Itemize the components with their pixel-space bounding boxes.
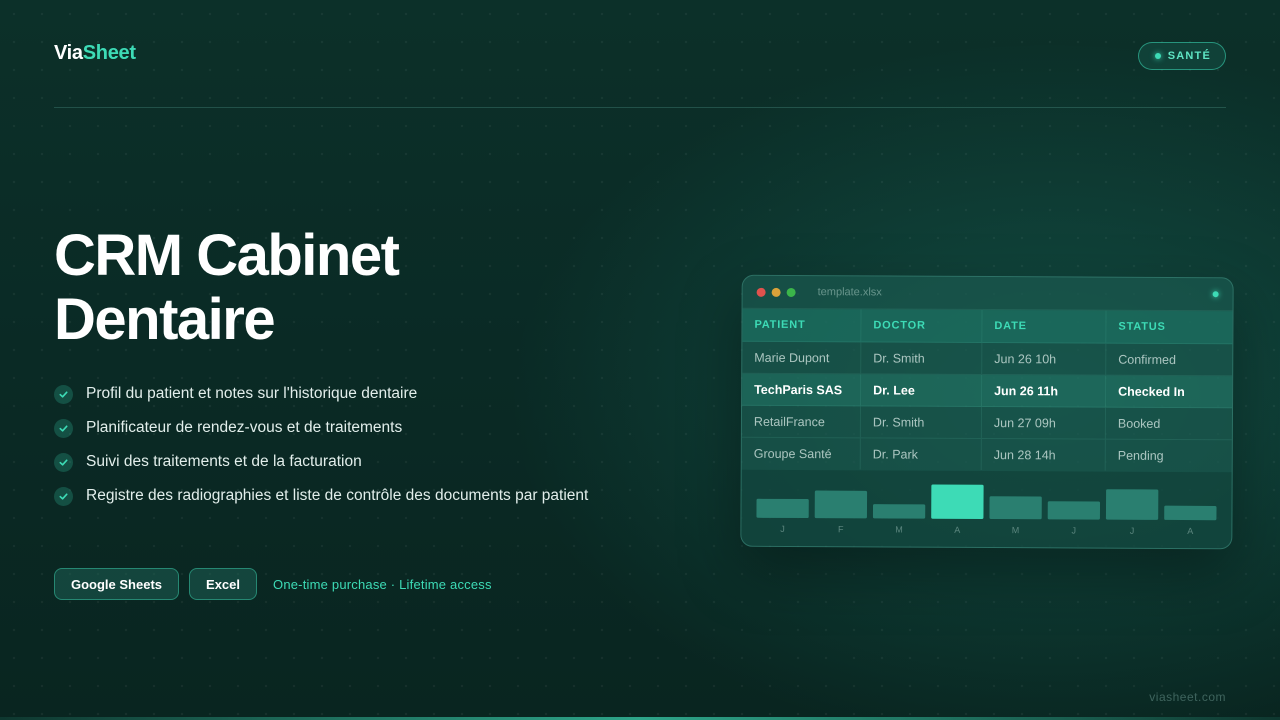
page-title: CRM Cabinet Dentaire [54, 224, 614, 352]
table-cell: Marie Dupont [742, 341, 861, 374]
feature-item: Registre des radiographies et liste de c… [54, 486, 614, 506]
table-cell: Jun 26 10h [981, 342, 1106, 376]
column-header: PATIENT [742, 308, 862, 342]
chart-bar [814, 490, 868, 519]
chart-tick-label: F [838, 524, 844, 534]
table-cell: Checked In [1105, 375, 1233, 408]
preview-table: PATIENT DOCTOR DATE STATUS Marie Dupont … [741, 308, 1233, 472]
table-header-row: PATIENT DOCTOR DATE STATUS [742, 308, 1233, 344]
column-header: DOCTOR [860, 309, 983, 343]
chart-tick-label: J [1130, 526, 1135, 536]
table-cell: Pending [1105, 439, 1232, 472]
check-icon [54, 385, 73, 404]
feature-text: Planificateur de rendez-vous et de trait… [86, 419, 403, 436]
brand-logo: ViaSheet [54, 42, 136, 65]
feature-list: Profil du patient et notes sur l'histori… [54, 384, 614, 520]
table-row-highlighted: TechParis SAS Dr. Lee Jun 26 11h Checked… [742, 373, 1233, 408]
window-close-dot [756, 287, 766, 297]
column-header: STATUS [1105, 310, 1233, 344]
chart-tick-label: M [895, 525, 903, 535]
column-header: DATE [981, 309, 1107, 344]
category-badge: SANTÉ [1137, 42, 1226, 70]
mini-chart: JFMAMJJA [741, 469, 1232, 549]
table-cell: Booked [1105, 407, 1233, 440]
chart-bar [1047, 501, 1101, 520]
feature-item: Profil du patient et notes sur l'histori… [54, 384, 614, 404]
preview-file-name: template.xlsx [817, 286, 882, 299]
mini-bar-chart: JFMAMJJA [756, 484, 1217, 536]
preview-titlebar: template.xlsx [742, 275, 1233, 312]
chart-tick-label: J [780, 524, 785, 534]
feature-text: Profil du patient et notes sur l'histori… [86, 385, 418, 402]
badge-dot-icon [1154, 53, 1161, 59]
page-title-line1: CRM Cabinet [54, 223, 400, 288]
check-icon [54, 419, 73, 438]
window-maximize-dot [786, 287, 796, 297]
table-cell: Dr. Lee [860, 373, 982, 407]
excel-tag[interactable]: Excel [189, 568, 258, 600]
chart-bar [872, 504, 926, 519]
feature-item: Suivi des traitements et de la facturati… [54, 452, 614, 472]
chart-bar [1105, 489, 1159, 520]
chart-bar [756, 498, 809, 519]
table-cell: Jun 28 14h [981, 438, 1106, 471]
table-cell: TechParis SAS [742, 373, 861, 406]
table-row: Groupe Santé Dr. Park Jun 28 14h Pending [741, 437, 1232, 472]
feature-text: Suivi des traitements et de la facturati… [86, 453, 362, 470]
check-icon [54, 487, 73, 506]
table-cell: Confirmed [1105, 343, 1233, 376]
status-dot-icon [1212, 291, 1219, 298]
chart-bar [1164, 505, 1217, 521]
chart-tick-label: J [1071, 525, 1076, 535]
format-tags: Google Sheets Excel One-time purchase · … [54, 568, 492, 600]
header-divider [54, 107, 1226, 108]
feature-text: Registre des radiographies et liste de c… [86, 487, 589, 504]
footer-url: viasheet.com [1149, 690, 1226, 704]
table-cell: RetailFrance [741, 405, 861, 438]
window-minimize-dot [771, 287, 781, 297]
purchase-note: One-time purchase · Lifetime access [273, 576, 492, 592]
table-cell: Dr. Smith [860, 405, 982, 439]
table-row: Marie Dupont Dr. Smith Jun 26 10h Confir… [742, 341, 1233, 376]
spreadsheet-preview: template.xlsx PATIENT DOCTOR DATE STATUS… [740, 274, 1234, 550]
feature-item: Planificateur de rendez-vous et de trait… [54, 418, 614, 438]
chart-tick-label: M [1012, 525, 1020, 535]
chart-bar [989, 496, 1042, 520]
chart-bar [931, 484, 984, 519]
table-row: RetailFrance Dr. Smith Jun 27 09h Booked [741, 405, 1233, 440]
chart-tick-label: A [1187, 526, 1193, 536]
google-sheets-tag[interactable]: Google Sheets [54, 568, 180, 600]
table-cell: Jun 26 11h [981, 374, 1106, 408]
table-cell: Dr. Smith [860, 341, 982, 375]
chart-tick-label: A [954, 525, 960, 535]
badge-label: SANTÉ [1167, 50, 1211, 62]
check-icon [54, 453, 73, 472]
table-cell: Groupe Santé [741, 437, 861, 470]
page-title-line2: Dentaire [54, 287, 276, 352]
table-cell: Jun 27 09h [981, 406, 1106, 440]
table-cell: Dr. Park [860, 437, 982, 470]
brand-logo-part1: Via [54, 42, 83, 64]
brand-logo-part2: Sheet [82, 42, 136, 64]
